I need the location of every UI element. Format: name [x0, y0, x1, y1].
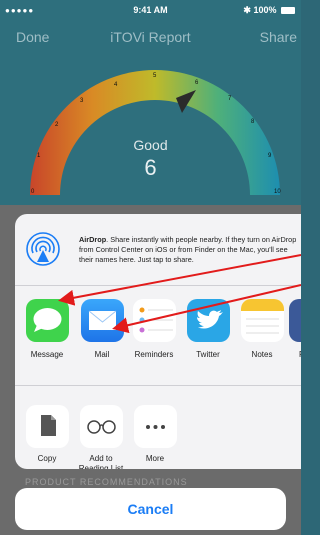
score-gauge: 0 1 2 3 4 5 6 7 8 9 10 Good 6	[0, 60, 301, 210]
share-app-facebook[interactable]: F	[289, 299, 301, 359]
facebook-icon	[289, 299, 301, 342]
share-app-notes[interactable]: Notes	[237, 299, 287, 359]
copy-action[interactable]: Copy	[19, 405, 75, 464]
share-actions-row: Copy Add to Reading List More	[15, 387, 301, 469]
share-app-message[interactable]: Message	[22, 299, 72, 359]
airdrop-icon	[26, 232, 60, 266]
message-icon	[25, 299, 69, 342]
share-app-label: Reminders	[134, 350, 174, 359]
battery-level: 100%	[253, 5, 277, 15]
share-app-reminders[interactable]: Reminders	[129, 299, 179, 359]
gauge-graphic: 0 1 2 3 4 5 6 7 8 9 10	[30, 70, 281, 195]
more-icon	[133, 405, 177, 448]
share-app-label: Twitter	[196, 350, 220, 359]
action-label: Copy	[37, 454, 57, 463]
airdrop-body: . Share instantly with people nearby. If…	[79, 235, 297, 264]
share-app-label: Message	[30, 350, 64, 359]
share-sheet: AirDrop. Share instantly with people nea…	[15, 214, 301, 469]
airdrop-section[interactable]: AirDrop. Share instantly with people nea…	[15, 214, 301, 286]
bluetooth-icon: ✱	[243, 5, 251, 15]
airdrop-title: AirDrop	[79, 235, 107, 244]
nav-bar: Done iTOVi Report Share	[0, 26, 301, 48]
share-app-label: Notes	[251, 350, 273, 359]
copy-icon	[25, 405, 69, 448]
more-action[interactable]: More	[127, 405, 183, 464]
cancel-button[interactable]: Cancel	[15, 488, 286, 530]
share-app-label: F	[289, 350, 301, 359]
reading-list-icon	[79, 405, 123, 448]
add-to-reading-list-action[interactable]: Add to Reading List	[73, 405, 129, 469]
notes-icon	[240, 299, 284, 342]
battery-icon	[281, 7, 295, 15]
gauge-tick-10: 10	[274, 189, 281, 195]
action-label: Add to Reading List	[78, 454, 124, 469]
gauge-value: 6	[144, 155, 157, 180]
airdrop-description: AirDrop. Share instantly with people nea…	[79, 235, 301, 265]
share-app-label: Mail	[94, 350, 110, 359]
share-app-twitter[interactable]: Twitter	[183, 299, 233, 359]
battery-indicator: ✱ 100%	[243, 5, 295, 16]
page-title: iTOVi Report	[110, 29, 191, 45]
reminders-icon	[132, 299, 176, 342]
share-apps-row: Message Mail Reminders Twitter Notes	[15, 286, 301, 386]
status-bar: ●●●●● 9:41 AM ✱ 100%	[0, 0, 301, 20]
share-app-mail[interactable]: Mail	[77, 299, 127, 359]
twitter-icon	[186, 299, 230, 342]
share-button[interactable]: Share	[260, 29, 297, 45]
gauge-label: Good	[133, 137, 168, 153]
mail-icon	[80, 299, 124, 342]
action-label: More	[145, 454, 165, 463]
section-heading-behind: PRODUCT RECOMMENDATIONS	[25, 477, 188, 487]
